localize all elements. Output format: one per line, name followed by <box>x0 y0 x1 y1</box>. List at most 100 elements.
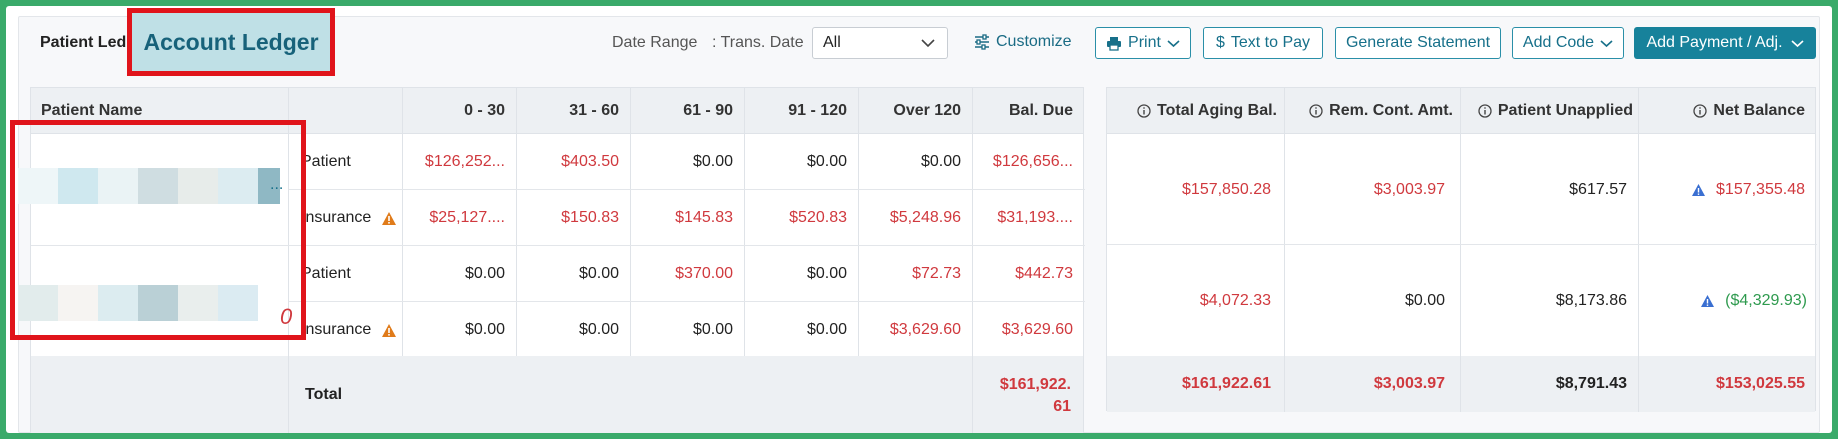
cell-total-aging: $157,850.28 <box>1182 181 1271 198</box>
col-header-91-120: 91 - 120 <box>788 102 847 119</box>
cell-rem-cont: $3,003.97 <box>1373 181 1445 198</box>
cell-61-90: $145.83 <box>675 209 733 226</box>
cell-61-90: $0.00 <box>692 153 733 170</box>
print-button[interactable]: Print <box>1095 27 1191 59</box>
truncated-name-fragment: 0 <box>280 304 293 329</box>
aging-total-row <box>31 356 1083 433</box>
cell-0-30: $0.00 <box>464 321 505 338</box>
add-code-button[interactable]: Add Code <box>1512 27 1624 59</box>
printer-icon <box>1107 36 1122 51</box>
cell-31-60: $0.00 <box>578 265 619 282</box>
customize-button[interactable]: Customize <box>974 33 1072 51</box>
chevron-down-icon <box>1167 39 1180 47</box>
alert-icon[interactable] <box>1700 294 1715 308</box>
col-header-rem-cont-label: Rem. Cont. Amt. <box>1329 102 1453 119</box>
chevron-down-icon <box>1600 39 1613 47</box>
col-header-0-30: 0 - 30 <box>464 102 505 119</box>
cell-91-120: $0.00 <box>806 321 847 338</box>
redacted-patient-name <box>18 285 258 321</box>
col-header-over-120: Over 120 <box>893 102 961 119</box>
col-header-bal-due: Bal. Due <box>1008 102 1073 119</box>
cell-patient-unapplied: $8,173.86 <box>1555 292 1627 309</box>
row-type-insurance: Insurance <box>301 190 397 246</box>
row-type-insurance: Insurance <box>301 302 397 358</box>
total-label: Total <box>305 385 343 403</box>
aging-table: Patient Name 0 - 30 31 - 60 61 - 90 91 -… <box>30 87 1085 433</box>
text-to-pay-button[interactable]: $ Text to Pay <box>1203 27 1323 59</box>
cell-0-30: $25,127.... <box>429 209 505 226</box>
alert-icon[interactable] <box>1691 183 1706 197</box>
cell-91-120: $520.83 <box>789 209 847 226</box>
add-payment-button[interactable]: Add Payment / Adj. <box>1634 27 1816 59</box>
cell-61-90: $0.00 <box>692 321 733 338</box>
add-payment-label: Add Payment / Adj. <box>1646 34 1783 51</box>
cell-31-60: $0.00 <box>578 321 619 338</box>
chevron-down-icon <box>1790 39 1804 47</box>
cell-31-60: $150.83 <box>561 209 619 226</box>
chevron-down-icon <box>921 39 935 48</box>
total-aging-sum: $161,922.61 <box>1182 375 1271 392</box>
text-to-pay-label: Text to Pay <box>1230 34 1311 51</box>
cell-over-120: $0.00 <box>920 153 961 170</box>
cell-net-balance: ($4,329.93) <box>1639 245 1807 357</box>
warning-icon[interactable] <box>381 323 397 338</box>
tab-patient-ledger[interactable]: Patient Led <box>40 34 128 52</box>
cell-0-30: $0.00 <box>464 265 505 282</box>
trans-date-value: All <box>823 34 841 51</box>
dollar-icon: $ <box>1215 34 1225 51</box>
row-type-label: Insurance <box>301 209 372 226</box>
total-patient-unapplied-sum: $8,791.43 <box>1555 375 1627 392</box>
trans-date-label: : Trans. Date <box>712 34 804 51</box>
cell-net-balance: $157,355.48 <box>1639 134 1805 246</box>
truncated-name-ellipsis: ... <box>270 176 284 193</box>
generate-statement-label: Generate Statement <box>1345 34 1491 51</box>
warning-icon[interactable] <box>381 211 397 226</box>
balance-table: Total Aging Bal. Rem. Cont. Amt. Patient… <box>1106 87 1817 412</box>
cell-91-120: $0.00 <box>806 153 847 170</box>
row-type-patient: Patient <box>301 265 351 282</box>
info-icon[interactable] <box>1309 104 1323 118</box>
info-icon[interactable] <box>1478 104 1492 118</box>
cell-bal-due: $442.73 <box>1015 265 1073 282</box>
trans-date-select[interactable]: All <box>812 27 948 59</box>
date-range-label: Date Range <box>612 34 698 51</box>
total-bal-due-line2: 61 <box>1053 398 1071 415</box>
cell-over-120: $72.73 <box>912 265 961 282</box>
col-header-total-aging-label: Total Aging Bal. <box>1157 102 1277 119</box>
cell-bal-due: $31,193.... <box>997 209 1073 226</box>
generate-statement-button[interactable]: Generate Statement <box>1335 27 1501 59</box>
cell-0-30: $126,252... <box>424 153 505 170</box>
col-header-net-balance-label: Net Balance <box>1713 102 1805 119</box>
cell-total-aging: $4,072.33 <box>1199 292 1271 309</box>
cell-net-balance-value: $157,355.48 <box>1716 181 1805 198</box>
col-header-rem-cont: Rem. Cont. Amt. <box>1285 88 1453 134</box>
cell-patient-unapplied: $617.57 <box>1569 181 1627 198</box>
cell-over-120: $3,629.60 <box>889 321 961 338</box>
add-code-label: Add Code <box>1522 34 1595 51</box>
total-net-balance-sum: $153,025.55 <box>1716 375 1805 392</box>
sliders-icon <box>975 34 989 50</box>
col-header-patient-unapplied: Patient Unapplied <box>1461 88 1633 134</box>
col-header-patient-unapplied-label: Patient Unapplied <box>1497 102 1633 119</box>
info-icon[interactable] <box>1693 104 1708 118</box>
col-header-patient-name: Patient Name <box>41 102 143 119</box>
col-header-61-90: 61 - 90 <box>683 102 733 119</box>
print-label: Print <box>1128 34 1161 51</box>
row-type-label: Insurance <box>301 321 372 338</box>
col-header-net-balance: Net Balance <box>1639 88 1805 134</box>
total-bal-due-line1: $161,922. <box>999 376 1071 393</box>
cell-31-60: $403.50 <box>561 153 619 170</box>
total-rem-cont-sum: $3,003.97 <box>1373 375 1445 392</box>
col-header-31-60: 31 - 60 <box>569 102 619 119</box>
col-header-total-aging: Total Aging Bal. <box>1107 88 1277 134</box>
redacted-patient-name <box>18 168 280 204</box>
cell-bal-due: $126,656... <box>992 153 1073 170</box>
info-icon[interactable] <box>1137 104 1151 118</box>
col-divider <box>288 356 289 433</box>
cell-over-120: $5,248.96 <box>889 209 961 226</box>
tab-account-ledger[interactable]: Account Ledger <box>131 12 331 72</box>
cell-rem-cont: $0.00 <box>1404 292 1445 309</box>
cell-91-120: $0.00 <box>806 265 847 282</box>
total-bal-due: $161,922. 61 <box>971 374 1071 418</box>
cell-bal-due: $3,629.60 <box>1001 321 1073 338</box>
